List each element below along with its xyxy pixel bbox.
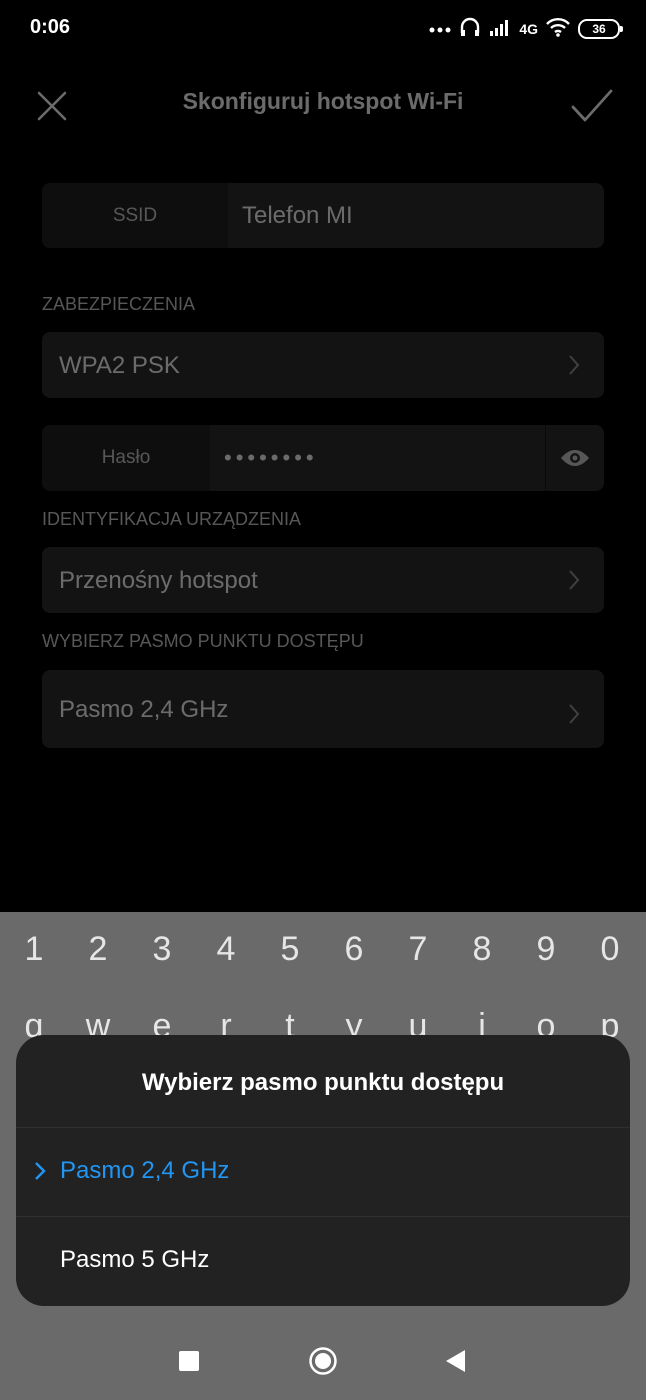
band-value: Pasmo 2,4 GHz [59, 696, 229, 723]
password-visibility-toggle[interactable] [545, 425, 604, 491]
device-id-section-label: IDENTYFIKACJA URZĄDZENIA [42, 509, 302, 529]
key-9[interactable]: 9 [516, 930, 576, 969]
ssid-input[interactable]: Telefon MI [228, 183, 604, 248]
key-1[interactable]: 1 [4, 930, 64, 969]
device-id-selector[interactable]: Przenośny hotspot [42, 547, 604, 613]
dialog-title: Wybierz pasmo punktu dostępu [141, 1069, 505, 1096]
security-section-label: ZABEZPIECZENIA [42, 294, 196, 314]
band-selection-dialog: Wybierz pasmo punktu dostępu Pasmo 2,4 G… [16, 1035, 630, 1306]
device-id-value: Przenośny hotspot [59, 567, 258, 594]
chevron-right-icon [569, 570, 580, 590]
key-7[interactable]: 7 [388, 930, 448, 969]
password-field[interactable]: Hasło •••••••• [42, 425, 604, 491]
option-band-5ghz[interactable]: Pasmo 5 GHz [16, 1217, 630, 1305]
ssid-label: SSID [42, 183, 228, 248]
key-3[interactable]: 3 [132, 930, 192, 969]
settings-page: Skonfiguruj hotspot Wi-Fi SSID Telefon M… [0, 58, 646, 912]
wifi-hotspot-icon [546, 17, 570, 42]
option-band-2-4ghz[interactable]: Pasmo 2,4 GHz [16, 1128, 630, 1216]
status-icons: 4G 36 [429, 14, 623, 44]
battery-indicator: 36 [578, 19, 623, 39]
security-selector[interactable]: WPA2 PSK [42, 332, 604, 398]
security-value: WPA2 PSK [59, 352, 180, 379]
battery-level: 36 [592, 22, 606, 36]
chevron-right-icon [569, 355, 580, 375]
eye-icon [561, 450, 589, 466]
navigation-bar [0, 1322, 646, 1400]
option-label: Pasmo 5 GHz [60, 1246, 210, 1273]
check-icon [571, 89, 613, 122]
option-label: Pasmo 2,4 GHz [60, 1157, 230, 1184]
recents-button[interactable] [168, 1340, 210, 1382]
chevron-right-icon [569, 704, 580, 724]
home-button[interactable] [302, 1340, 344, 1382]
ssid-field[interactable]: SSID Telefon MI [42, 183, 604, 248]
key-4[interactable]: 4 [196, 930, 256, 969]
password-input[interactable]: •••••••• [210, 425, 545, 491]
title-bar: Skonfiguruj hotspot Wi-Fi [0, 58, 646, 148]
status-bar: 0:06 4G 36 [0, 0, 646, 58]
more-notifications-icon [429, 20, 451, 38]
band-section-label: WYBIERZ PASMO PUNKTU DOSTĘPU [42, 631, 364, 651]
band-selector[interactable]: Pasmo 2,4 GHz [42, 670, 604, 748]
page-title: Skonfiguruj hotspot Wi-Fi [182, 88, 464, 114]
network-type: 4G [519, 21, 538, 37]
key-5[interactable]: 5 [260, 930, 320, 969]
selected-chevron-icon [35, 1162, 46, 1180]
key-8[interactable]: 8 [452, 930, 512, 969]
signal-icon [489, 18, 511, 41]
circle-icon [309, 1347, 337, 1375]
password-label: Hasło [42, 425, 210, 491]
key-6[interactable]: 6 [324, 930, 384, 969]
square-icon [179, 1351, 199, 1371]
triangle-back-icon [446, 1350, 465, 1372]
back-button[interactable] [434, 1340, 476, 1382]
key-0[interactable]: 0 [580, 930, 640, 969]
confirm-button[interactable] [570, 84, 614, 128]
status-time: 0:06 [30, 16, 71, 38]
key-2[interactable]: 2 [68, 930, 128, 969]
headphones-icon [459, 16, 481, 43]
